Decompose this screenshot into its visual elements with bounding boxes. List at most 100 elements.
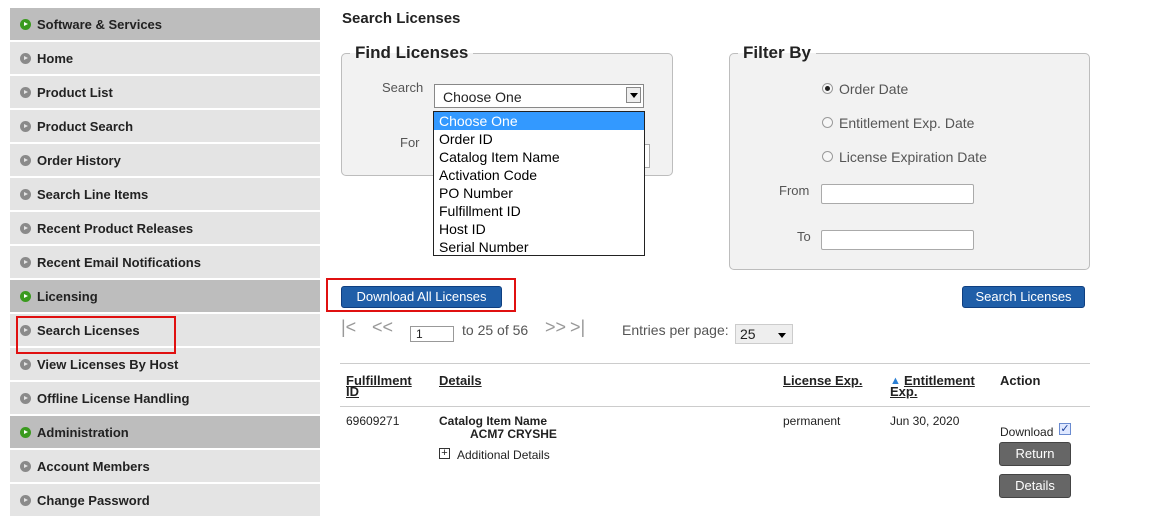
column-header-action: Action <box>1000 373 1041 388</box>
column-header-entitlement-text: Entitlement <box>904 373 975 388</box>
details-button[interactable]: Details <box>999 474 1071 498</box>
column-header-details[interactable]: Details <box>439 374 482 387</box>
play-circle-icon <box>20 86 31 98</box>
sidebar-item-label: View Licenses By Host <box>37 356 179 372</box>
radio-license-expiration-date[interactable] <box>822 151 833 162</box>
sidebar-item-label: Recent Product Releases <box>37 220 194 236</box>
search-label: Search <box>382 80 424 95</box>
radio-order-date-label: Order Date <box>839 81 909 97</box>
sidebar-item-label: Order History <box>37 152 121 168</box>
to-label: To <box>797 229 811 244</box>
last-page-icon[interactable]: >| <box>570 317 585 338</box>
dropdown-option-po-number[interactable]: PO Number <box>434 184 644 202</box>
sidebar-item-search-line-items[interactable]: Search Line Items <box>10 178 320 210</box>
sidebar-item-order-history[interactable]: Order History <box>10 144 320 176</box>
search-type-dropdown: Choose One Order ID Catalog Item Name Ac… <box>433 111 645 256</box>
filter-by-legend: Filter By <box>743 43 812 62</box>
cell-entitlement-exp: Jun 30, 2020 <box>890 414 960 428</box>
column-header-entitlement-line-1: ▲ Entitlement <box>890 373 975 388</box>
play-circle-icon <box>20 460 31 472</box>
search-type-selected: Choose One <box>443 89 522 105</box>
details-value: ACM7 CRYSHE <box>470 427 557 441</box>
radio-entitlement-exp-date-label: Entitlement Exp. Date <box>839 115 975 131</box>
column-header-license-exp[interactable]: License Exp. <box>783 374 862 387</box>
dropdown-option-order-id[interactable]: Order ID <box>434 130 644 148</box>
dropdown-option-fulfillment-id[interactable]: Fulfillment ID <box>434 202 644 220</box>
entries-per-page-label: Entries per page: <box>622 322 729 338</box>
sort-ascending-icon: ▲ <box>890 375 901 387</box>
play-circle-icon <box>20 120 31 132</box>
search-licenses-button[interactable]: Search Licenses <box>962 286 1085 308</box>
column-header-fulfillment-id[interactable]: Fulfillment ID <box>346 374 412 398</box>
page-range-text: to 25 of 56 <box>462 322 529 338</box>
table-top-divider <box>340 363 1090 364</box>
radio-order-date[interactable] <box>822 83 833 94</box>
table-header-divider <box>340 406 1090 407</box>
download-label: Download <box>1000 425 1054 439</box>
play-circle-icon <box>20 18 31 30</box>
sidebar-section-licensing[interactable]: Licensing <box>10 280 320 312</box>
page-number-input[interactable]: 1 <box>410 326 454 342</box>
radio-entitlement-exp-date[interactable] <box>822 117 833 128</box>
play-circle-icon <box>20 290 31 302</box>
sidebar-item-label: Administration <box>37 424 129 440</box>
play-circle-icon <box>20 256 31 268</box>
details-label: Catalog Item Name <box>439 414 548 428</box>
sidebar-item-home[interactable]: Home <box>10 42 320 74</box>
play-circle-icon <box>20 188 31 200</box>
from-label: From <box>779 183 810 198</box>
dropdown-option-serial-number[interactable]: Serial Number <box>434 238 644 256</box>
play-circle-icon <box>20 52 31 64</box>
expand-plus-icon[interactable]: + <box>439 448 450 459</box>
sidebar-item-label: Account Members <box>37 458 150 474</box>
sidebar-item-label: Offline License Handling <box>37 390 190 406</box>
play-circle-icon <box>20 358 31 370</box>
radio-license-expiration-date-label: License Expiration Date <box>839 149 987 165</box>
sidebar: Software & Services Home Product List Pr… <box>10 8 320 518</box>
first-page-icon[interactable]: |< <box>341 317 356 338</box>
dropdown-option-choose-one[interactable]: Choose One <box>434 112 644 130</box>
cell-license-exp: permanent <box>783 414 841 428</box>
sidebar-item-label: Software & Services <box>37 16 163 32</box>
dropdown-option-catalog-item-name[interactable]: Catalog Item Name <box>434 148 644 166</box>
column-header-entitlement-exp[interactable]: ▲ Entitlement Exp. <box>890 373 975 398</box>
sidebar-item-product-search[interactable]: Product Search <box>10 110 320 142</box>
sidebar-item-recent-product-releases[interactable]: Recent Product Releases <box>10 212 320 244</box>
search-licenses-highlight <box>16 316 176 354</box>
sidebar-item-label: Product List <box>37 84 113 100</box>
dropdown-option-activation-code[interactable]: Activation Code <box>434 166 644 184</box>
sidebar-item-change-password[interactable]: Change Password <box>10 484 320 516</box>
dropdown-option-host-id[interactable]: Host ID <box>434 220 644 238</box>
additional-details-link[interactable]: Additional Details <box>457 448 550 462</box>
sidebar-item-offline-license-handling[interactable]: Offline License Handling <box>10 382 320 414</box>
sidebar-item-label: Search Line Items <box>37 186 149 202</box>
play-circle-icon <box>20 426 31 438</box>
sidebar-item-label: Product Search <box>37 118 134 134</box>
previous-page-icon[interactable]: << <box>372 317 393 338</box>
cell-fulfillment-id[interactable]: 69609271 <box>346 414 399 428</box>
search-type-select[interactable]: Choose One <box>434 84 644 108</box>
find-licenses-legend: Find Licenses <box>355 43 469 62</box>
to-date-input[interactable] <box>821 230 974 250</box>
sidebar-item-label: Licensing <box>37 288 98 304</box>
from-date-input[interactable] <box>821 184 974 204</box>
sidebar-item-recent-email-notifications[interactable]: Recent Email Notifications <box>10 246 320 278</box>
play-circle-icon <box>20 494 31 506</box>
sidebar-section-administration[interactable]: Administration <box>10 416 320 448</box>
for-label: For <box>400 135 420 150</box>
sidebar-item-label: Recent Email Notifications <box>37 254 201 270</box>
download-checkbox[interactable]: ✓ <box>1059 423 1071 435</box>
next-page-icon[interactable]: >> <box>545 317 566 338</box>
page-title: Search Licenses <box>342 10 461 27</box>
sidebar-item-label: Change Password <box>37 492 150 508</box>
play-circle-icon <box>20 154 31 166</box>
sidebar-item-label: Home <box>37 50 74 66</box>
cell-details: Catalog Item Name <box>439 414 547 428</box>
play-circle-icon <box>20 392 31 404</box>
return-button[interactable]: Return <box>999 442 1071 466</box>
entries-per-page-select[interactable]: 25 <box>735 324 793 344</box>
sidebar-item-product-list[interactable]: Product List <box>10 76 320 108</box>
chevron-down-icon[interactable] <box>626 87 641 103</box>
sidebar-item-account-members[interactable]: Account Members <box>10 450 320 482</box>
sidebar-section-software-services[interactable]: Software & Services <box>10 8 320 40</box>
